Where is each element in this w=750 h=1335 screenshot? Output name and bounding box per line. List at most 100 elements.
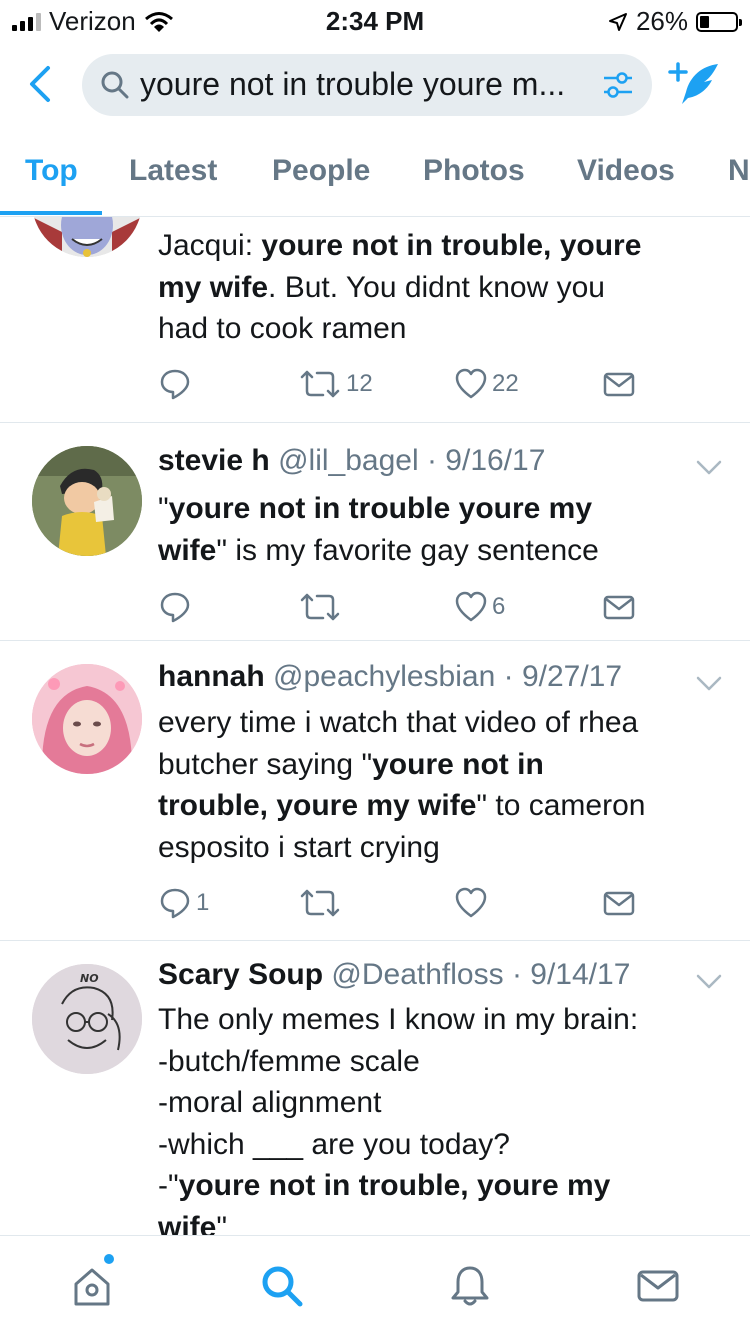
chevron-down-icon[interactable] <box>696 676 722 692</box>
search-header: youre not in trouble youre m... <box>0 50 750 120</box>
dm-button[interactable] <box>602 886 636 920</box>
search-tabs: Top Latest People Photos Videos N <box>0 140 750 217</box>
avatar-illustration <box>32 217 142 257</box>
tweet-actions: 6 <box>158 590 638 626</box>
retweet-button[interactable]: 12 <box>298 367 373 401</box>
retweet-icon <box>300 593 340 621</box>
tweet-actions: 1 <box>158 886 638 922</box>
avatar-illustration <box>32 664 142 774</box>
tweet-line: butcher saying "youre not in <box>158 747 544 781</box>
reply-button[interactable]: 1 <box>158 886 209 920</box>
battery-icon <box>696 11 742 32</box>
location-arrow-icon <box>608 12 627 31</box>
tab-top[interactable]: Top <box>25 154 78 188</box>
tweet-date[interactable]: 9/16/17 <box>445 444 545 477</box>
reply-button[interactable] <box>158 367 192 401</box>
tweet-line: wife" <box>158 1210 228 1236</box>
avatar[interactable] <box>32 664 142 774</box>
retweet-icon <box>300 889 340 917</box>
handle[interactable]: @peachylesbian <box>273 660 495 693</box>
reply-button[interactable] <box>158 590 192 624</box>
avatar[interactable] <box>32 217 142 257</box>
tweet-line: "youre not in trouble youre my <box>158 492 593 525</box>
meta-dot: · <box>503 958 531 991</box>
retweet-button[interactable] <box>298 590 342 624</box>
speech-bubble-icon <box>160 592 190 623</box>
retweet-count: 12 <box>346 370 373 397</box>
back-chevron-icon[interactable] <box>20 62 60 106</box>
dm-button[interactable] <box>602 367 636 401</box>
tweet-feed[interactable]: Jacqui: youre not in trouble, youre my w… <box>0 217 750 1235</box>
speech-bubble-icon <box>160 369 190 400</box>
tweet-header[interactable]: Scary Soup @Deathfloss · 9/14/17 <box>158 958 630 992</box>
tweet-text: every time i watch that video of rhea bu… <box>158 702 728 868</box>
tweet-line: every time i watch that video of rhea <box>158 706 639 739</box>
tweet-line: my wife. But. You didnt know you <box>158 270 605 304</box>
like-button[interactable]: 6 <box>454 590 505 624</box>
avatar-illustration: NO <box>32 964 142 1074</box>
tweet-line: wife" is my favorite gay sentence <box>158 533 599 567</box>
home-icon[interactable] <box>70 1264 114 1308</box>
search-bar[interactable]: youre not in trouble youre m... <box>82 54 652 116</box>
compose-tweet-icon[interactable] <box>666 58 722 110</box>
tweet-line: esposito i start crying <box>158 830 440 864</box>
envelope-icon <box>603 891 635 916</box>
chevron-down-icon[interactable] <box>696 974 722 990</box>
search-icon[interactable] <box>260 1264 304 1308</box>
speech-bubble-icon <box>160 888 190 919</box>
tweet-date[interactable]: 9/14/17 <box>530 958 630 991</box>
tab-people[interactable]: People <box>272 154 370 188</box>
tab-latest[interactable]: Latest <box>129 154 217 188</box>
tab-photos[interactable]: Photos <box>423 154 525 188</box>
active-tab-indicator <box>0 211 102 215</box>
sliders-icon[interactable] <box>602 70 634 100</box>
magnifier-icon <box>101 71 129 99</box>
avatar[interactable]: NO <box>32 964 142 1074</box>
retweet-button[interactable] <box>298 886 342 920</box>
like-button[interactable]: 22 <box>454 367 519 401</box>
envelope-icon <box>603 372 635 397</box>
tweet-item[interactable]: NO Scary Soup @Deathfloss · 9/14/17 The … <box>0 940 750 1235</box>
tweet-line: Jacqui: youre not in trouble, youre <box>158 229 642 262</box>
tweet-line: had to cook ramen <box>158 312 407 345</box>
meta-dot: · <box>418 444 446 477</box>
bell-icon[interactable] <box>448 1264 492 1308</box>
tweet-text: Jacqui: youre not in trouble, youre my w… <box>158 225 728 350</box>
tweet-header[interactable]: hannah @peachylesbian · 9/27/17 <box>158 660 622 694</box>
search-query[interactable]: youre not in trouble youre m... <box>140 66 590 103</box>
messages-envelope-icon[interactable] <box>636 1264 680 1308</box>
handle[interactable]: @Deathfloss <box>331 958 503 991</box>
tweet-item[interactable]: stevie h @lil_bagel · 9/16/17 "youre not… <box>0 422 750 641</box>
avatar-illustration <box>32 446 142 556</box>
battery-percent: 26% <box>635 6 688 36</box>
tweet-item[interactable]: hannah @peachylesbian · 9/27/17 every ti… <box>0 640 750 941</box>
dm-button[interactable] <box>602 590 636 624</box>
reply-count: 1 <box>196 889 210 916</box>
tweet-date[interactable]: 9/27/17 <box>522 660 622 693</box>
retweet-icon <box>300 370 340 398</box>
envelope-icon <box>603 595 635 620</box>
tweet-line: trouble, youre my wife" to cameron <box>158 789 646 822</box>
display-name[interactable]: stevie h <box>158 444 270 477</box>
like-count: 22 <box>492 370 519 397</box>
display-name[interactable]: hannah <box>158 660 265 693</box>
tweet-text: "youre not in trouble youre my wife" is … <box>158 488 728 571</box>
tweet-line: -moral alignment <box>158 1086 382 1119</box>
tweet-header[interactable]: stevie h @lil_bagel · 9/16/17 <box>158 444 545 478</box>
tweet-item[interactable]: Jacqui: youre not in trouble, youre my w… <box>0 217 750 423</box>
like-count: 6 <box>492 593 506 620</box>
tab-videos[interactable]: Videos <box>577 154 675 188</box>
bottom-tab-bar <box>0 1235 750 1335</box>
status-right: 26% <box>608 6 742 37</box>
tweet-line: -"youre not in trouble, youre my <box>158 1169 611 1202</box>
avatar[interactable] <box>32 446 142 556</box>
tweet-actions: 12 22 <box>158 367 638 403</box>
avatar-scribble-text: NO <box>80 972 99 985</box>
meta-dot: · <box>495 660 522 693</box>
display-name[interactable]: Scary Soup <box>158 958 323 991</box>
heart-icon <box>455 591 487 622</box>
like-button[interactable] <box>454 886 488 920</box>
handle[interactable]: @lil_bagel <box>278 444 419 477</box>
tab-news[interactable]: N <box>728 154 750 188</box>
chevron-down-icon[interactable] <box>696 460 722 476</box>
